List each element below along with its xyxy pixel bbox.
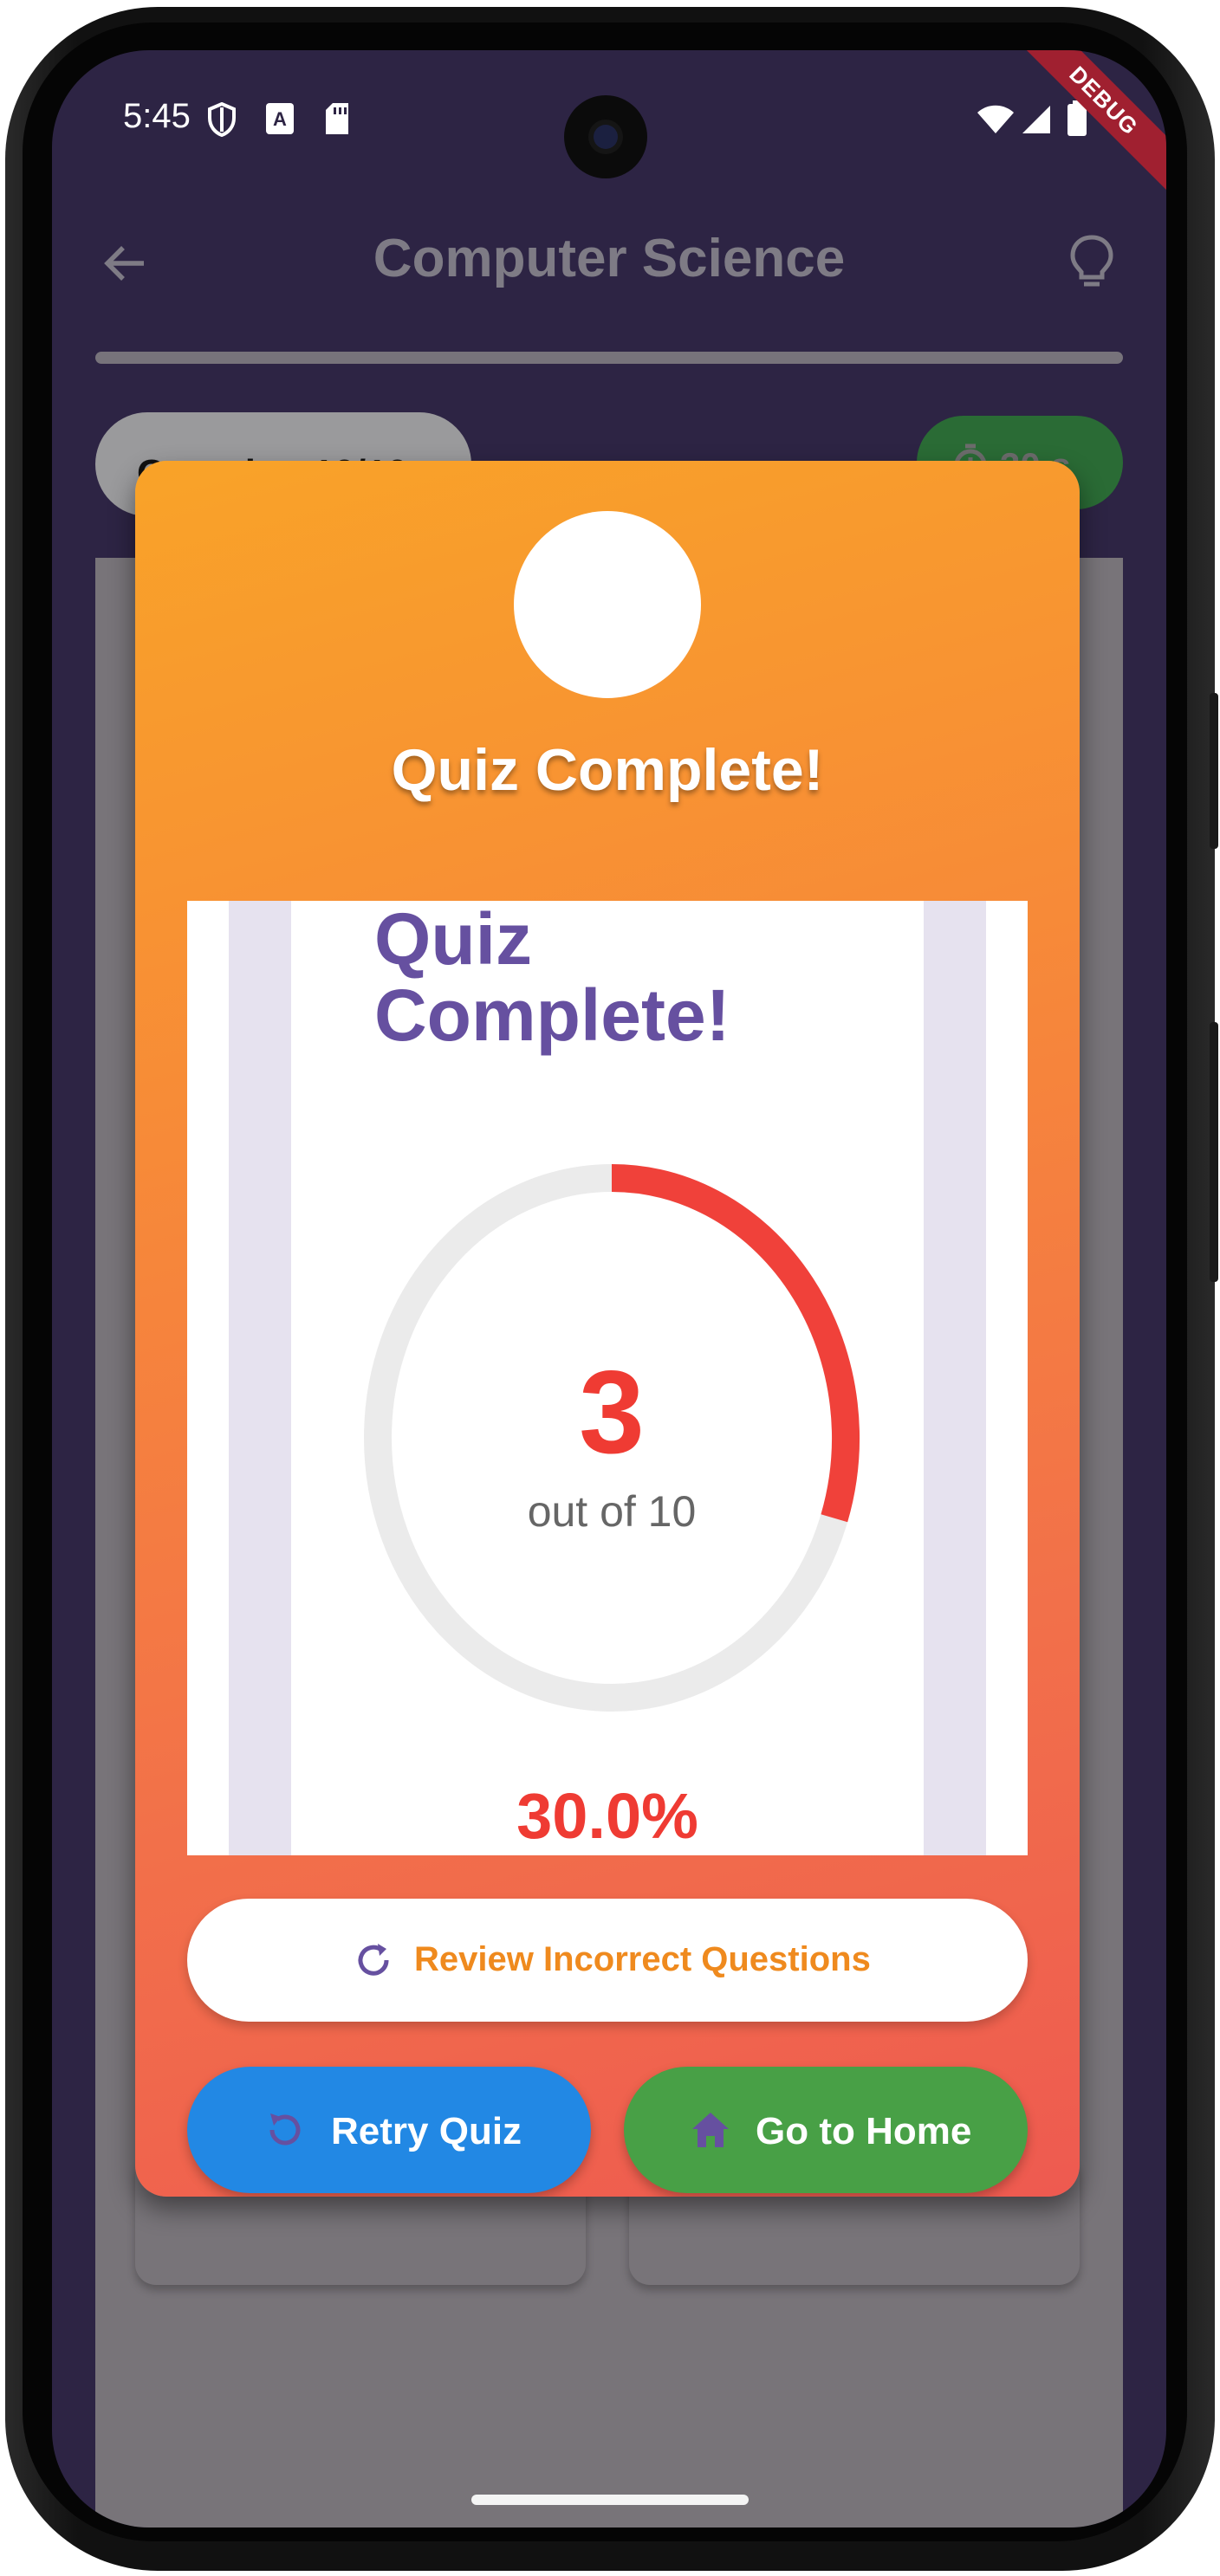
phone-volume-button: [1210, 1022, 1218, 1282]
wifi-icon: [977, 105, 1014, 133]
dialog-title: Quiz Complete!: [391, 737, 824, 803]
go-home-button[interactable]: Go to Home: [624, 2067, 1028, 2193]
result-heading: Quiz Complete!: [374, 901, 730, 1056]
review-incorrect-button[interactable]: Review Incorrect Questions: [187, 1899, 1028, 2022]
review-incorrect-label: Review Incorrect Questions: [414, 1940, 871, 1978]
sd-card-icon: [326, 103, 348, 134]
svg-text:A: A: [273, 108, 287, 130]
score-percentage: 30.0%: [516, 1780, 698, 1852]
home-indicator[interactable]: [471, 2495, 749, 2505]
quiz-complete-dialog: Quiz Complete! Quiz Complete! 3 out of 1…: [135, 461, 1080, 2197]
result-badge-circle: [514, 511, 701, 698]
status-time: 5:45: [123, 97, 191, 135]
replay-icon: [269, 2113, 301, 2146]
app-title: Computer Science: [373, 229, 846, 288]
shield-icon: [208, 102, 236, 137]
home-icon: [692, 2113, 729, 2147]
score-number: 3: [579, 1346, 645, 1478]
phone-side-button: [1210, 693, 1218, 849]
quiz-progress-bar: [95, 352, 1123, 364]
panel-side-strip: [229, 901, 291, 1855]
go-home-label: Go to Home: [756, 2110, 972, 2152]
lightbulb-icon[interactable]: [1068, 234, 1116, 289]
refresh-icon: [358, 1944, 389, 1976]
font-icon: A: [266, 103, 294, 134]
retry-quiz-label: Retry Quiz: [331, 2110, 522, 2152]
panel-side-strip: [924, 901, 986, 1855]
retry-quiz-button[interactable]: Retry Quiz: [187, 2067, 591, 2193]
signal-icon: [1022, 106, 1050, 133]
front-camera: [564, 95, 647, 178]
screen: 5:45 A DEBUG Computer Science Question 1…: [52, 50, 1166, 2527]
score-total-text: out of 10: [527, 1487, 697, 1536]
result-panel[interactable]: Quiz Complete! 3 out of 10 30.0%: [187, 901, 1028, 1855]
